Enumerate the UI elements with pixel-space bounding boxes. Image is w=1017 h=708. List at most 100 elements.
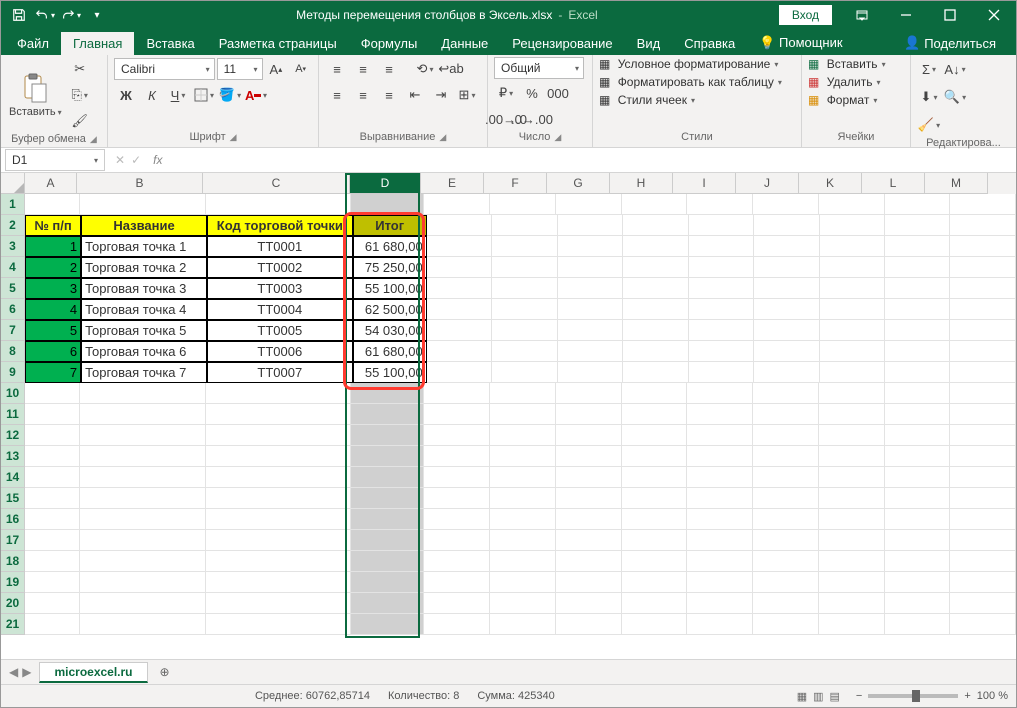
cell-J19[interactable] (753, 572, 819, 593)
cell-E19[interactable] (424, 572, 490, 593)
cell-A11[interactable] (25, 404, 80, 425)
row-header-14[interactable]: 14 (1, 467, 25, 488)
cell-H18[interactable] (622, 551, 688, 572)
cell-A8[interactable]: 6 (25, 341, 81, 362)
cell-M15[interactable] (950, 488, 1016, 509)
page-break-view-icon[interactable]: ▤ (830, 690, 840, 703)
cell-D8[interactable]: 61 680,00 (353, 341, 427, 362)
cell-M20[interactable] (950, 593, 1016, 614)
cell-L5[interactable] (885, 278, 950, 299)
cell-J6[interactable] (754, 299, 819, 320)
cell-M10[interactable] (950, 383, 1016, 404)
cell-J5[interactable] (754, 278, 819, 299)
row-header-5[interactable]: 5 (1, 278, 25, 299)
cell-L9[interactable] (885, 362, 950, 383)
cell-H6[interactable] (623, 299, 688, 320)
cell-M8[interactable] (950, 341, 1015, 362)
cell-E1[interactable] (424, 194, 490, 215)
cell-J14[interactable] (753, 467, 819, 488)
redo-icon[interactable]: ▾ (59, 3, 83, 27)
cell-M3[interactable] (950, 236, 1015, 257)
cell-E13[interactable] (424, 446, 490, 467)
minimize-icon[interactable] (884, 1, 928, 29)
cell-F1[interactable] (490, 194, 556, 215)
cell-A14[interactable] (25, 467, 80, 488)
cell-M21[interactable] (950, 614, 1016, 635)
cell-G12[interactable] (556, 425, 622, 446)
cell-C20[interactable] (206, 593, 351, 614)
tab-review[interactable]: Рецензирование (500, 32, 624, 55)
name-box[interactable]: D1▾ (5, 149, 105, 171)
copy-icon[interactable]: ⎘▾ (68, 83, 92, 107)
cell-I19[interactable] (687, 572, 753, 593)
cell-A9[interactable]: 7 (25, 362, 81, 383)
cell-C1[interactable] (206, 194, 351, 215)
share-button[interactable]: 👤Поделиться (894, 31, 1006, 55)
cell-D1[interactable] (351, 194, 424, 215)
cell-L15[interactable] (885, 488, 951, 509)
cell-M7[interactable] (950, 320, 1015, 341)
cell-F20[interactable] (490, 593, 556, 614)
col-header-I[interactable]: I (673, 173, 736, 194)
cell-I1[interactable] (687, 194, 753, 215)
close-icon[interactable] (972, 1, 1016, 29)
cell-B3[interactable]: Торговая точка 1 (81, 236, 207, 257)
row-header-6[interactable]: 6 (1, 299, 25, 320)
cell-K12[interactable] (819, 425, 885, 446)
cell-B14[interactable] (80, 467, 205, 488)
cell-H16[interactable] (622, 509, 688, 530)
row-header-18[interactable]: 18 (1, 551, 25, 572)
cell-I5[interactable] (689, 278, 754, 299)
cell-K5[interactable] (820, 278, 885, 299)
cell-C14[interactable] (206, 467, 351, 488)
cell-K4[interactable] (820, 257, 885, 278)
cell-D2[interactable]: Итог (353, 215, 427, 236)
orientation-icon[interactable]: ⟲▾ (413, 57, 437, 81)
cell-F17[interactable] (490, 530, 556, 551)
align-top-icon[interactable]: ≡ (325, 57, 349, 81)
cell-F8[interactable] (492, 341, 557, 362)
cell-H2[interactable] (623, 215, 688, 236)
cell-C18[interactable] (206, 551, 351, 572)
cell-M6[interactable] (950, 299, 1015, 320)
cell-K9[interactable] (820, 362, 885, 383)
cell-J11[interactable] (753, 404, 819, 425)
cell-C12[interactable] (206, 425, 351, 446)
cell-C15[interactable] (206, 488, 351, 509)
cell-E11[interactable] (424, 404, 490, 425)
row-header-20[interactable]: 20 (1, 593, 25, 614)
col-header-F[interactable]: F (484, 173, 547, 194)
cell-D7[interactable]: 54 030,00 (353, 320, 427, 341)
cell-F10[interactable] (490, 383, 556, 404)
cell-F14[interactable] (490, 467, 556, 488)
format-as-table-button[interactable]: ▦ Форматировать как таблицу▾ (599, 75, 782, 89)
cell-C16[interactable] (206, 509, 351, 530)
zoom-level[interactable]: 100 % (977, 690, 1008, 702)
cell-A18[interactable] (25, 551, 80, 572)
cell-E20[interactable] (424, 593, 490, 614)
cell-G19[interactable] (556, 572, 622, 593)
cell-F19[interactable] (490, 572, 556, 593)
cell-D4[interactable]: 75 250,00 (353, 257, 427, 278)
cell-D5[interactable]: 55 100,00 (353, 278, 427, 299)
cell-L12[interactable] (885, 425, 951, 446)
cell-G14[interactable] (556, 467, 622, 488)
zoom-slider[interactable] (868, 694, 958, 698)
cell-K7[interactable] (820, 320, 885, 341)
cell-J18[interactable] (753, 551, 819, 572)
cell-H12[interactable] (622, 425, 688, 446)
row-header-1[interactable]: 1 (1, 194, 25, 215)
cell-L2[interactable] (885, 215, 950, 236)
cell-D10[interactable] (351, 383, 424, 404)
cell-A6[interactable]: 4 (25, 299, 81, 320)
cell-B10[interactable] (80, 383, 205, 404)
cell-C19[interactable] (206, 572, 351, 593)
cell-D21[interactable] (351, 614, 424, 635)
cell-L17[interactable] (885, 530, 951, 551)
cell-H13[interactable] (622, 446, 688, 467)
cell-B5[interactable]: Торговая точка 3 (81, 278, 207, 299)
cell-A21[interactable] (25, 614, 80, 635)
cell-B20[interactable] (80, 593, 205, 614)
row-header-11[interactable]: 11 (1, 404, 25, 425)
cell-M13[interactable] (950, 446, 1016, 467)
